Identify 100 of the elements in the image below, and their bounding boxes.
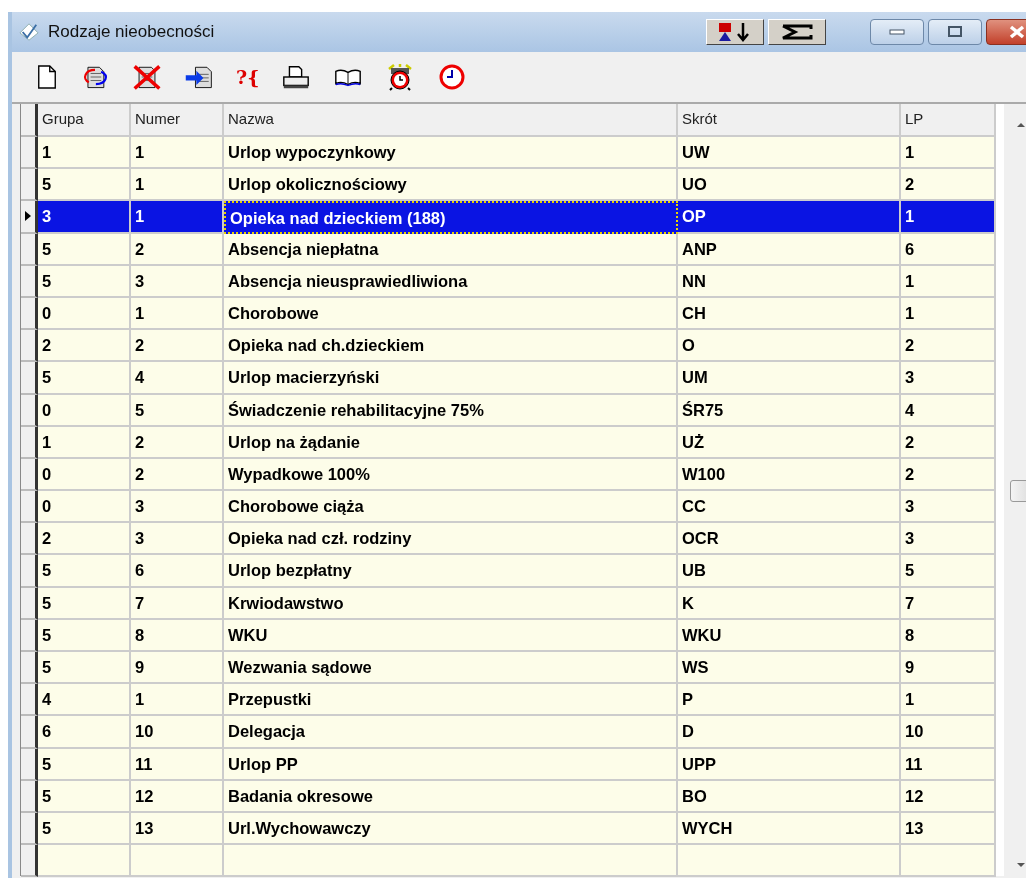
- lp-cell: 4: [901, 394, 996, 427]
- row-selector[interactable]: [21, 619, 38, 652]
- row-selector[interactable]: [21, 201, 38, 234]
- window-title: Rodzaje nieobecności: [48, 22, 215, 42]
- lp-cell: 1: [901, 297, 996, 331]
- sort-button[interactable]: [706, 19, 764, 45]
- query-icon[interactable]: ?{: [236, 66, 260, 88]
- code-cell: ANP: [678, 233, 901, 266]
- lp-cell: 2: [901, 426, 996, 459]
- lp-cell: 10: [901, 716, 996, 749]
- maximize-icon: [947, 26, 963, 38]
- code-cell: ŚR75: [678, 394, 901, 427]
- checkmark-icon: [18, 22, 40, 42]
- name-cell: Urlop bezpłatny: [224, 555, 678, 588]
- row-selector[interactable]: [21, 394, 38, 427]
- code-cell: W100: [678, 458, 901, 492]
- row-selector[interactable]: [21, 265, 38, 298]
- row-selector[interactable]: [21, 652, 38, 685]
- name-cell: Przepustki: [224, 684, 678, 717]
- column-header[interactable]: Grupa: [38, 104, 131, 137]
- new-document-icon[interactable]: [36, 63, 58, 91]
- row-selector[interactable]: [21, 362, 38, 395]
- lp-cell: 1: [901, 684, 996, 717]
- sum-button[interactable]: [768, 19, 826, 45]
- code-cell: UW: [678, 137, 901, 170]
- numer-cell: 1: [131, 684, 224, 717]
- numer-cell: 7: [131, 587, 224, 620]
- lp-cell: 1: [901, 265, 996, 298]
- name-cell: Opieka nad dzieckiem (188): [224, 201, 678, 234]
- numer-cell: 2: [131, 330, 224, 363]
- lp-cell: 3: [901, 362, 996, 395]
- numer-cell: 4: [131, 362, 224, 395]
- code-cell: D: [678, 716, 901, 749]
- numer-cell: 2: [131, 426, 224, 459]
- lp-cell: 2: [901, 169, 996, 202]
- numer-cell: 3: [131, 523, 224, 556]
- lp-cell: 8: [901, 619, 996, 652]
- lp-cell: 12: [901, 780, 996, 813]
- numer-cell: 10: [131, 716, 224, 749]
- maximize-button[interactable]: [928, 19, 982, 45]
- grupa-cell: 5: [38, 652, 131, 685]
- grupa-cell: 5: [38, 169, 131, 202]
- name-cell: Absencja niepłatna: [224, 233, 678, 266]
- code-cell: WYCH: [678, 812, 901, 846]
- numer-cell: 5: [131, 394, 224, 427]
- numer-cell: 1: [131, 137, 224, 170]
- grupa-cell: 1: [38, 426, 131, 459]
- row-selector[interactable]: [21, 297, 38, 331]
- code-cell: UPP: [678, 748, 901, 781]
- row-selector[interactable]: [21, 233, 38, 266]
- lp-cell: 3: [901, 491, 996, 524]
- numer-cell: 2: [131, 458, 224, 492]
- row-selector[interactable]: [21, 523, 38, 556]
- row-selector[interactable]: [21, 330, 38, 363]
- row-selector[interactable]: [21, 812, 38, 846]
- numer-cell: 1: [131, 169, 224, 202]
- row-selector[interactable]: [21, 716, 38, 749]
- column-header[interactable]: Skrót: [678, 104, 901, 137]
- scroll-up-icon[interactable]: [1016, 122, 1026, 128]
- row-selector[interactable]: [21, 684, 38, 717]
- grupa-cell: 5: [38, 362, 131, 395]
- minimize-button[interactable]: [870, 19, 924, 45]
- row-selector[interactable]: [21, 845, 38, 878]
- name-cell: Delegacja: [224, 716, 678, 749]
- row-selector[interactable]: [21, 587, 38, 620]
- row-selector[interactable]: [21, 426, 38, 459]
- column-header[interactable]: Nazwa: [224, 104, 678, 137]
- printer-icon[interactable]: [281, 63, 312, 91]
- row-selector[interactable]: [21, 137, 38, 170]
- name-cell: Urlop na żądanie: [224, 426, 678, 459]
- grupa-cell: 1: [38, 137, 131, 170]
- scroll-down-icon[interactable]: [1016, 862, 1026, 868]
- column-header[interactable]: Numer: [131, 104, 224, 137]
- column-header[interactable]: LP: [901, 104, 996, 137]
- numer-cell: 3: [131, 491, 224, 524]
- row-selector[interactable]: [21, 458, 38, 492]
- name-cell: Opieka nad ch.dzieckiem: [224, 330, 678, 363]
- name-cell: Urlop macierzyński: [224, 362, 678, 395]
- row-selector[interactable]: [21, 555, 38, 588]
- name-cell: Krwiodawstwo: [224, 587, 678, 620]
- numer-cell: 2: [131, 233, 224, 266]
- row-selector[interactable]: [21, 748, 38, 781]
- row-selector[interactable]: [21, 491, 38, 524]
- grupa-cell: 3: [38, 201, 131, 234]
- name-cell: Chorobowe: [224, 297, 678, 331]
- grupa-cell: 0: [38, 297, 131, 331]
- numer-cell: 1: [131, 297, 224, 331]
- delete-icon[interactable]: [132, 63, 162, 91]
- numer-cell: 1: [131, 201, 224, 234]
- grupa-cell: 0: [38, 458, 131, 492]
- row-selector[interactable]: [21, 169, 38, 202]
- numer-cell: 8: [131, 619, 224, 652]
- name-cell: Url.Wychowawczy: [224, 812, 678, 846]
- lp-cell: 11: [901, 748, 996, 781]
- row-selector[interactable]: [21, 780, 38, 813]
- lp-cell: 6: [901, 233, 996, 266]
- code-cell: BO: [678, 780, 901, 813]
- numer-cell: 9: [131, 652, 224, 685]
- numer-cell: 6: [131, 555, 224, 588]
- code-cell: UŻ: [678, 426, 901, 459]
